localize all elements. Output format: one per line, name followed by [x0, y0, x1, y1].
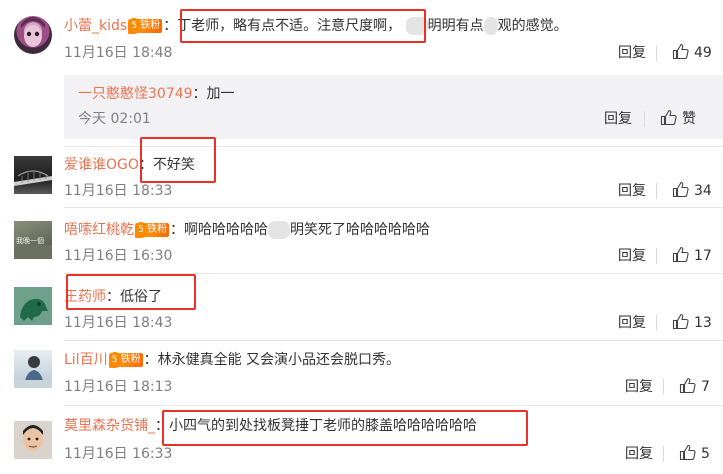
- iron-fan-badge-icon[interactable]: 5 铁粉: [108, 352, 143, 368]
- divider: [663, 446, 664, 462]
- username-link[interactable]: Lil百川: [64, 352, 108, 368]
- like-button[interactable]: 17: [672, 246, 712, 266]
- comment-date: 11月16日 18:43: [64, 315, 173, 331]
- divider: [64, 207, 723, 208]
- like-button[interactable]: 7: [679, 377, 710, 397]
- comment-date: 今天 02:01: [78, 111, 151, 127]
- comment-date: 11月16日 18:33: [64, 183, 173, 199]
- like-button[interactable]: 5: [679, 444, 710, 464]
- comment-text: 啊哈哈哈哈哈: [184, 222, 268, 238]
- thumbs-up-icon: [672, 246, 689, 263]
- avatar[interactable]: [14, 287, 52, 325]
- highlight-box: [66, 274, 196, 310]
- reply-button[interactable]: 回复: [625, 444, 653, 464]
- reply-button[interactable]: 回复: [618, 313, 646, 333]
- thumbs-up-icon: [660, 109, 677, 126]
- reply-button[interactable]: 回复: [618, 181, 646, 201]
- comment-text: 林永健真全能 又会演小品还会脱口秀。: [157, 352, 401, 368]
- reply-button[interactable]: 回复: [625, 377, 653, 397]
- reply-button[interactable]: 回复: [618, 246, 646, 266]
- like-button[interactable]: 13: [672, 313, 712, 333]
- iron-fan-badge-icon[interactable]: 5 铁粉: [135, 222, 169, 238]
- thumbs-up-icon: [679, 377, 696, 394]
- username-link[interactable]: 小蕾_kids: [64, 18, 127, 34]
- divider: [64, 405, 723, 406]
- username-link[interactable]: 爱谁谁OGO: [64, 157, 139, 173]
- divider: [64, 340, 723, 341]
- like-button[interactable]: 赞: [660, 109, 696, 129]
- comment-date: 11月16日 18:13: [64, 379, 173, 395]
- thumbs-up-icon: [672, 43, 689, 60]
- avatar[interactable]: [14, 421, 52, 459]
- comment-line: 唔嗦红桃乾 5 铁粉 ：啊哈哈哈哈哈 明笑死了哈哈哈哈哈哈: [64, 221, 430, 239]
- highlight-box: [140, 137, 216, 183]
- svg-text:我晚一個: 我晚一個: [16, 236, 44, 245]
- divider: [656, 248, 657, 264]
- highlight-box: [180, 9, 426, 43]
- thumbs-up-icon: [672, 313, 689, 330]
- blurred-mask: [483, 17, 498, 35]
- divider: [656, 183, 657, 199]
- divider: [656, 45, 657, 61]
- username-link[interactable]: 唔嗦红桃乾: [64, 222, 134, 238]
- comment-date: 11月16日 16:30: [64, 248, 173, 264]
- sub-reply: 一只憨憨怪30749：加一 今天 02:01 回复 赞: [64, 75, 723, 139]
- avatar[interactable]: 我晚一個: [14, 221, 52, 259]
- divider: [656, 315, 657, 331]
- comment-date: 11月16日 18:48: [64, 45, 173, 61]
- divider: [663, 379, 664, 395]
- sub-reply-line: 一只憨憨怪30749：加一: [78, 86, 235, 102]
- avatar[interactable]: [14, 156, 52, 194]
- username-link[interactable]: 莫里森杂货铺_: [64, 418, 155, 434]
- comment-date: 11月16日 16:33: [64, 446, 173, 462]
- like-button[interactable]: 34: [672, 181, 712, 201]
- iron-fan-badge-icon[interactable]: 5 铁粉: [128, 18, 163, 34]
- divider: [644, 111, 645, 127]
- thumbs-up-icon: [679, 444, 696, 461]
- highlight-box: [162, 410, 528, 446]
- comment-line: Lil百川 5 铁粉 ：林永健真全能 又会演小品还会脱口秀。: [64, 352, 401, 368]
- thumbs-up-icon: [672, 181, 689, 198]
- like-button[interactable]: 49: [672, 43, 712, 63]
- comment-text: 加一: [206, 86, 235, 102]
- avatar[interactable]: [14, 16, 52, 54]
- reply-button[interactable]: 回复: [618, 43, 646, 63]
- username-link[interactable]: 一只憨憨怪30749: [78, 86, 193, 102]
- avatar[interactable]: [14, 350, 52, 388]
- blurred-mask: [268, 221, 290, 239]
- reply-button[interactable]: 回复: [604, 109, 632, 129]
